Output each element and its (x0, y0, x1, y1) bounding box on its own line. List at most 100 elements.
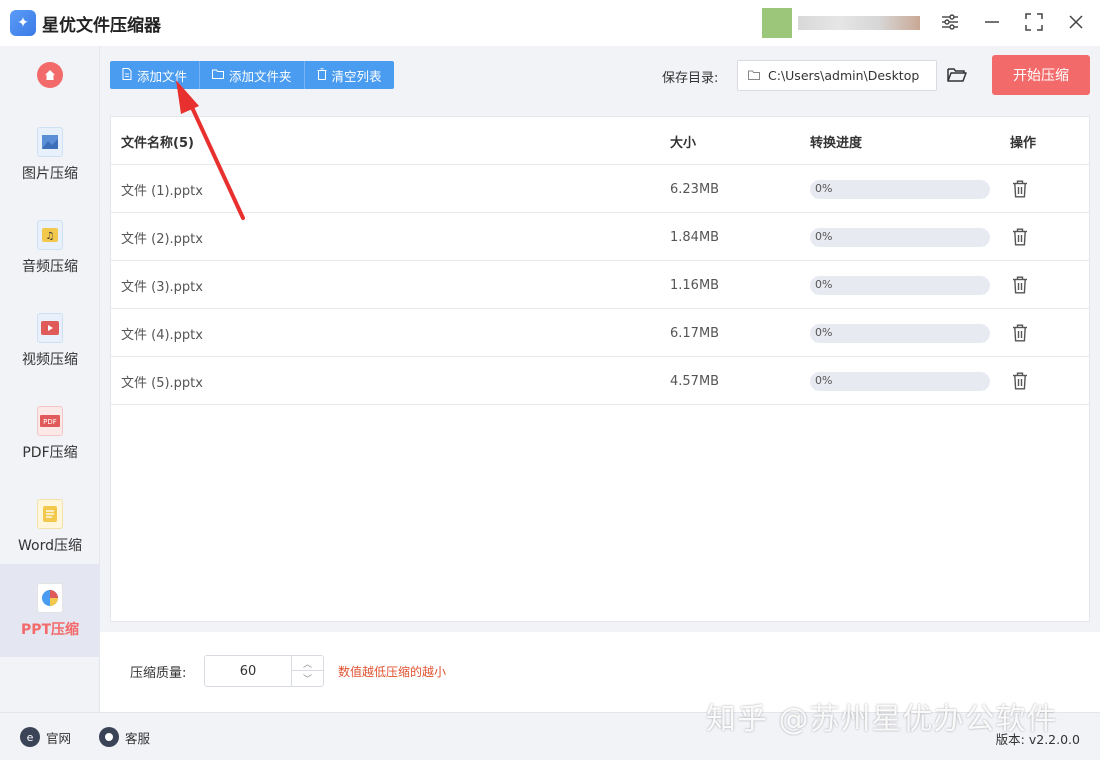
folder-outline-icon (748, 69, 760, 83)
file-name-cell: 文件 (1).pptx (121, 183, 203, 199)
progress-cell: 0% (810, 261, 990, 309)
support-link[interactable]: 客服 (99, 727, 150, 747)
clear-list-button[interactable]: 清空列表 (305, 61, 394, 89)
file-table: 文件名称(5) 大小 转换进度 操作 文件 (1).pptx 6.23MB 0% 文件… (110, 116, 1090, 622)
quality-stepper[interactable]: 60 ︿ ﹀ (204, 655, 324, 687)
sidebar-item-ppt[interactable]: PPT压缩 (0, 564, 100, 657)
sidebar-item-pdf[interactable]: PDF PDF压缩 (0, 387, 100, 480)
progress-bar: 0% (810, 323, 990, 343)
settings-icon[interactable] (940, 10, 960, 34)
sidebar: 图片压缩 ♫ 音频压缩 视频压缩 PDF PDF压缩 Word压缩 PPT压缩 (0, 46, 100, 714)
file-size-cell: 6.17MB (670, 325, 720, 341)
music-icon: ♫ (37, 219, 63, 250)
progress-cell: 0% (810, 309, 990, 357)
ppt-icon (37, 582, 63, 613)
trash-icon (317, 67, 327, 83)
sidebar-item-image[interactable]: 图片压缩 (0, 108, 100, 201)
start-compress-button[interactable]: 开始压缩 (992, 55, 1090, 95)
action-cell (1010, 213, 1030, 261)
action-cell (1010, 165, 1030, 213)
browse-folder-icon[interactable] (946, 64, 968, 86)
pdf-icon: PDF (37, 405, 63, 436)
clear-list-label: 清空列表 (331, 68, 382, 84)
watermark: 知乎 @苏州星优办公软件 (706, 702, 1058, 737)
user-avatar[interactable] (762, 8, 922, 38)
file-name-cell: 文件 (4).pptx (121, 327, 203, 343)
file-size-cell: 4.57MB (670, 373, 720, 389)
table-header: 文件名称(5) 大小 转换进度 操作 (111, 117, 1089, 165)
file-name-cell: 文件 (3).pptx (121, 279, 203, 295)
action-cell (1010, 309, 1030, 357)
add-file-button[interactable]: 添加文件 (110, 61, 201, 89)
close-icon[interactable] (1066, 10, 1086, 34)
action-cell (1010, 261, 1030, 309)
sidebar-item-label: PPT压缩 (20, 621, 80, 638)
table-row[interactable]: 文件 (4).pptx 6.17MB 0% (111, 309, 1089, 357)
image-icon (37, 126, 63, 157)
progress-cell: 0% (810, 165, 990, 213)
file-name-cell: 文件 (2).pptx (121, 231, 203, 247)
title-bar: ✦ 星优文件压缩器 (0, 0, 1100, 46)
website-link[interactable]: e 官网 (20, 727, 71, 747)
delete-icon[interactable] (1010, 179, 1030, 199)
app-title: 星优文件压缩器 (42, 15, 161, 36)
save-path-field[interactable]: C:\Users\admin\Desktop (737, 60, 937, 91)
svg-text:PDF: PDF (43, 418, 57, 426)
table-row[interactable]: 文件 (2).pptx 1.84MB 0% (111, 213, 1089, 261)
delete-icon[interactable] (1010, 323, 1030, 343)
add-folder-button[interactable]: 添加文件夹 (200, 61, 305, 89)
progress-text: 0% (815, 277, 833, 291)
home-icon[interactable] (37, 62, 63, 88)
sidebar-item-word[interactable]: Word压缩 (0, 480, 100, 573)
progress-text: 0% (815, 373, 833, 387)
file-toolbar: 添加文件 添加文件夹 清空列表 (110, 61, 394, 89)
minimize-icon[interactable] (982, 10, 1002, 34)
sidebar-item-label: 音频压缩 (22, 258, 78, 275)
file-name-cell: 文件 (5).pptx (121, 375, 203, 391)
delete-icon[interactable] (1010, 371, 1030, 391)
table-row[interactable]: 文件 (5).pptx 4.57MB 0% (111, 357, 1089, 405)
save-directory-label: 保存目录: (662, 71, 719, 86)
maximize-icon[interactable] (1024, 10, 1044, 34)
folder-icon (212, 69, 225, 82)
add-file-label: 添加文件 (137, 68, 188, 84)
progress-cell: 0% (810, 213, 990, 261)
window-controls (940, 10, 1086, 34)
file-size-cell: 6.23MB (670, 181, 720, 197)
progress-text: 0% (815, 325, 833, 339)
broom-icon: ✦ (10, 10, 36, 36)
website-label: 官网 (46, 730, 72, 746)
progress-bar: 0% (810, 371, 990, 391)
avatar-image (762, 8, 792, 38)
sidebar-item-video[interactable]: 视频压缩 (0, 294, 100, 387)
delete-icon[interactable] (1010, 227, 1030, 247)
decrement-icon[interactable]: ﹀ (291, 671, 323, 686)
chat-icon (99, 727, 119, 747)
progress-bar: 0% (810, 227, 990, 247)
word-icon (37, 498, 63, 529)
progress-bar: 0% (810, 275, 990, 295)
table-row[interactable]: 文件 (1).pptx 6.23MB 0% (111, 165, 1089, 213)
table-row[interactable]: 文件 (3).pptx 1.16MB 0% (111, 261, 1089, 309)
progress-text: 0% (815, 229, 833, 243)
file-icon (122, 67, 132, 83)
video-icon (37, 312, 63, 343)
header-size: 大小 (670, 135, 697, 151)
action-cell (1010, 357, 1030, 405)
increment-icon[interactable]: ︿ (291, 656, 323, 671)
progress-cell: 0% (810, 357, 990, 405)
file-size-cell: 1.84MB (670, 229, 720, 245)
header-action: 操作 (1010, 135, 1037, 151)
sidebar-item-audio[interactable]: ♫ 音频压缩 (0, 201, 100, 294)
sidebar-item-label: 图片压缩 (22, 165, 78, 182)
header-file-name: 文件名称(5) (121, 135, 194, 151)
save-path-value: C:\Users\admin\Desktop (768, 68, 920, 83)
header-progress: 转换进度 (810, 135, 863, 151)
quality-value[interactable]: 60 (205, 656, 291, 686)
progress-text: 0% (815, 181, 833, 195)
delete-icon[interactable] (1010, 275, 1030, 295)
sidebar-item-label: 视频压缩 (22, 351, 78, 368)
browser-icon: e (20, 727, 40, 747)
sidebar-item-label: PDF压缩 (22, 444, 78, 461)
sidebar-item-label: Word压缩 (18, 537, 82, 554)
